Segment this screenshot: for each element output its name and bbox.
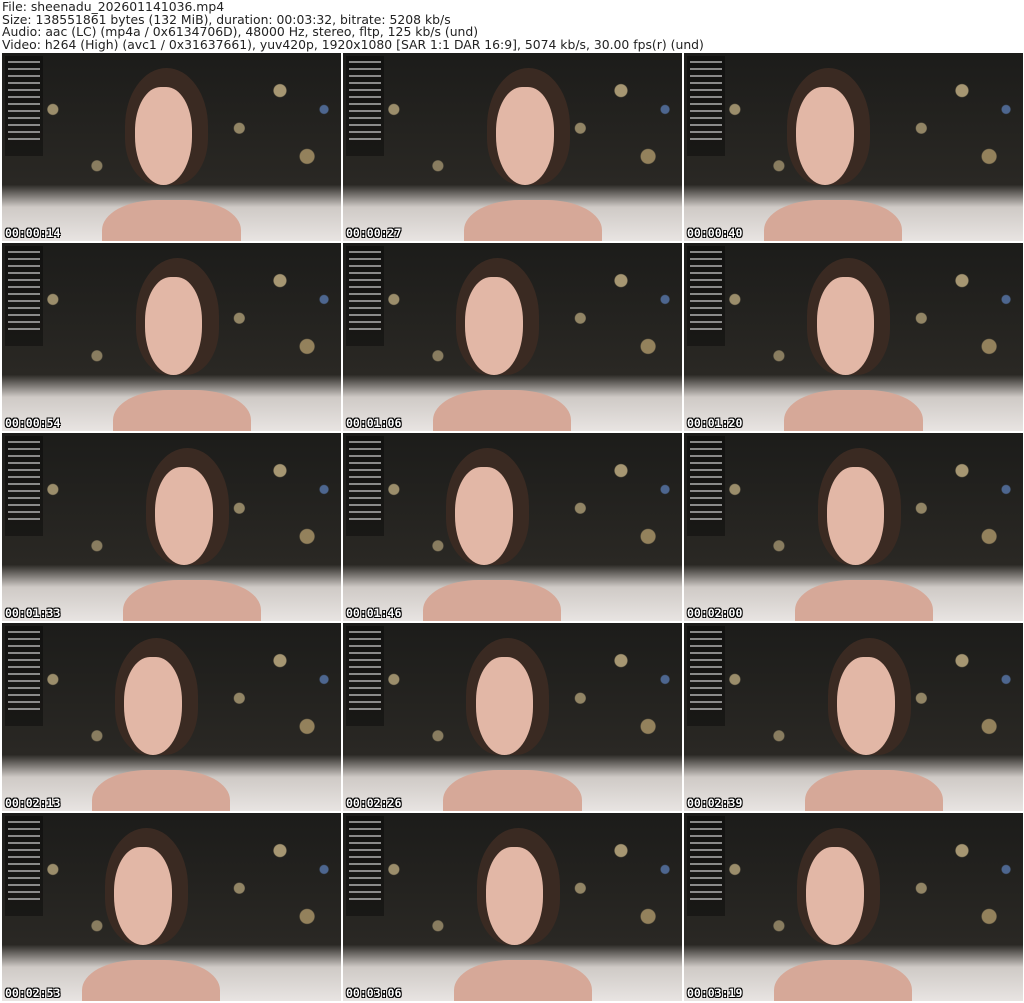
stream-menu-overlay xyxy=(5,246,43,346)
timestamp: 00:02:13 xyxy=(5,796,61,810)
video-thumbnail: 00:02:26 xyxy=(343,623,682,811)
woman-figure xyxy=(433,258,572,431)
woman-figure xyxy=(453,828,592,1001)
video-thumbnail: 00:00:14 xyxy=(2,53,341,241)
video-thumbnail: 00:01:46 xyxy=(343,433,682,621)
woman-figure xyxy=(794,448,933,621)
woman-figure xyxy=(92,638,231,811)
timestamp: 00:00:27 xyxy=(346,226,402,240)
timestamp: 00:03:06 xyxy=(346,986,402,1000)
woman-figure xyxy=(423,448,562,621)
video-thumbnail: 00:03:19 xyxy=(684,813,1023,1001)
timestamp: 00:02:39 xyxy=(687,796,743,810)
woman-figure xyxy=(443,638,582,811)
timestamp: 00:02:53 xyxy=(5,986,61,1000)
file-info-header: File: sheenadu_202601141036.mp4 Size: 13… xyxy=(2,0,704,52)
timestamp: 00:00:54 xyxy=(5,416,61,430)
stream-menu-overlay xyxy=(346,436,384,536)
stream-menu-overlay xyxy=(687,436,725,536)
video-thumbnail: 00:02:13 xyxy=(2,623,341,811)
timestamp: 00:02:26 xyxy=(346,796,402,810)
video-thumbnail: 00:02:00 xyxy=(684,433,1023,621)
stream-menu-overlay xyxy=(346,626,384,726)
woman-figure xyxy=(463,68,602,241)
stream-menu-overlay xyxy=(5,816,43,916)
woman-figure xyxy=(804,638,943,811)
stream-menu-overlay xyxy=(687,56,725,156)
stream-menu-overlay xyxy=(687,816,725,916)
video-thumbnail: 00:01:06 xyxy=(343,243,682,431)
woman-figure xyxy=(774,828,913,1001)
video-thumbnail: 00:01:33 xyxy=(2,433,341,621)
video-thumbnail: 00:00:40 xyxy=(684,53,1023,241)
stream-menu-overlay xyxy=(5,626,43,726)
woman-figure xyxy=(112,258,251,431)
stream-menu-overlay xyxy=(5,56,43,156)
stream-menu-overlay xyxy=(687,626,725,726)
video-thumbnail: 00:00:27 xyxy=(343,53,682,241)
video-thumbnail: 00:02:39 xyxy=(684,623,1023,811)
woman-figure xyxy=(122,448,261,621)
stream-menu-overlay xyxy=(346,246,384,346)
woman-figure xyxy=(764,68,903,241)
video-thumbnail: 00:02:53 xyxy=(2,813,341,1001)
woman-figure xyxy=(82,828,221,1001)
stream-menu-overlay xyxy=(5,436,43,536)
thumbnail-grid: 00:00:14 00:00:27 00:00:40 00:00:54 00:0… xyxy=(2,53,1023,1001)
timestamp: 00:02:00 xyxy=(687,606,743,620)
woman-figure xyxy=(784,258,923,431)
timestamp: 00:00:14 xyxy=(5,226,61,240)
video-thumbnail: 00:03:06 xyxy=(343,813,682,1001)
video-info: Video: h264 (High) (avc1 / 0x31637661), … xyxy=(2,36,704,52)
timestamp: 00:01:06 xyxy=(346,416,402,430)
timestamp: 00:00:40 xyxy=(687,226,743,240)
timestamp: 00:01:33 xyxy=(5,606,61,620)
stream-menu-overlay xyxy=(346,816,384,916)
timestamp: 00:01:20 xyxy=(687,416,743,430)
stream-menu-overlay xyxy=(687,246,725,346)
stream-menu-overlay xyxy=(346,56,384,156)
video-thumbnail: 00:00:54 xyxy=(2,243,341,431)
woman-figure xyxy=(102,68,241,241)
video-thumbnail: 00:01:20 xyxy=(684,243,1023,431)
timestamp: 00:01:46 xyxy=(346,606,402,620)
timestamp: 00:03:19 xyxy=(687,986,743,1000)
